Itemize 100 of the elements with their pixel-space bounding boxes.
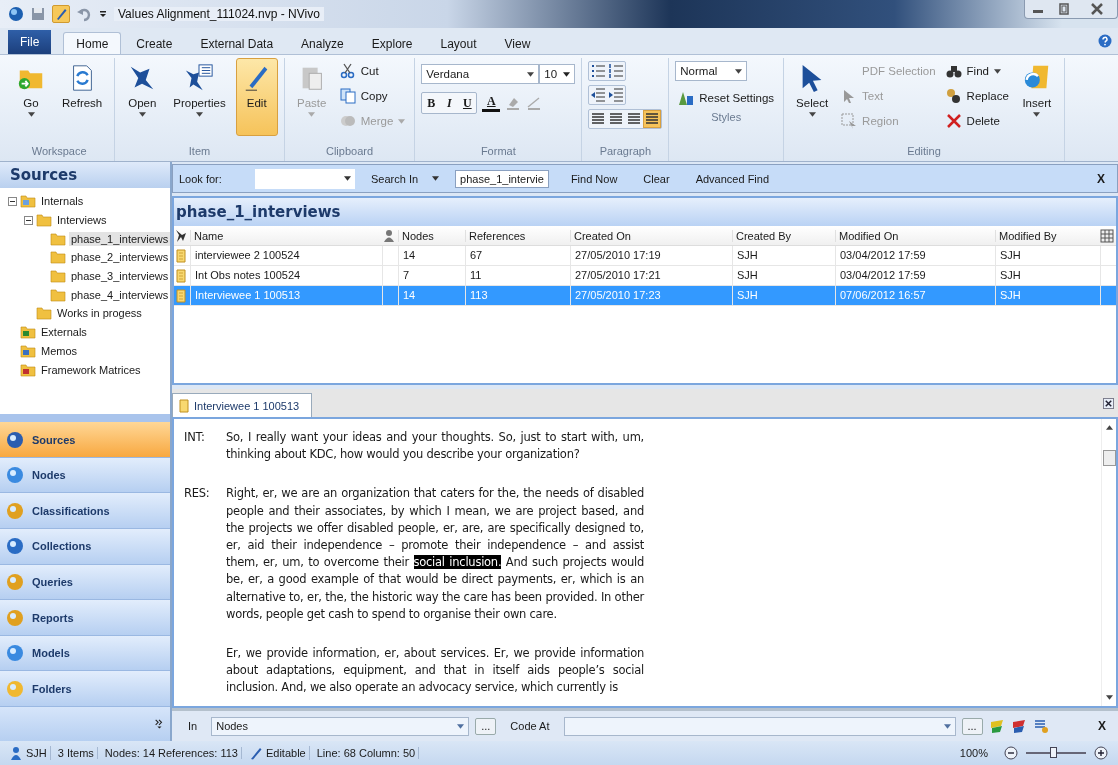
ribbon-tab[interactable]: External Data (187, 32, 287, 54)
column-header[interactable]: Name (190, 229, 382, 242)
alignment-icon[interactable] (590, 111, 607, 127)
navigation-button[interactable]: Sources (0, 422, 170, 458)
grid-icon[interactable] (1100, 228, 1114, 243)
insert-button[interactable]: Insert (1015, 58, 1058, 136)
open-button[interactable]: Open (121, 58, 164, 136)
zoom-slider-thumb[interactable] (1050, 747, 1058, 758)
underline-button[interactable]: U (458, 93, 477, 113)
table-cell: SJH (732, 286, 835, 305)
zoom-out-icon[interactable] (1004, 746, 1018, 760)
column-header[interactable]: References (465, 229, 570, 242)
replace-button[interactable]: Replace (942, 85, 1012, 107)
find-button[interactable]: Find (942, 60, 1012, 82)
find-now-button[interactable]: Find Now (560, 172, 628, 185)
ribbon-tab[interactable]: View (491, 32, 544, 54)
scroll-down-icon[interactable] (1105, 695, 1113, 700)
column-header[interactable]: Created By (732, 229, 835, 242)
alignment-icon[interactable] (626, 111, 643, 127)
ribbon-tab[interactable]: Analyze (288, 32, 357, 54)
column-header[interactable]: Created On (570, 229, 732, 242)
code-icon[interactable] (988, 718, 1005, 734)
navigation-button[interactable]: Reports (0, 600, 170, 636)
ribbon-tab[interactable]: Layout (427, 32, 490, 54)
cut-button[interactable]: Cut (336, 60, 409, 82)
navigation-button[interactable]: Folders (0, 671, 170, 707)
merge-icon (339, 113, 356, 129)
tree-item[interactable]: phase_3_interviews (69, 269, 171, 284)
tree-item[interactable]: Internals (39, 194, 86, 209)
browse-button[interactable]: ... (961, 717, 983, 735)
search-in-field[interactable]: phase_1_intervie (455, 169, 549, 188)
in-dropdown[interactable]: Nodes (211, 716, 470, 736)
ribbon-tab[interactable]: Home (63, 32, 122, 54)
tree-item[interactable]: Interviews (55, 213, 109, 228)
style-dropdown[interactable]: Normal (675, 61, 748, 81)
decrease-indent-icon[interactable] (590, 87, 607, 103)
tree-item[interactable]: Memos (39, 343, 80, 358)
delete-button[interactable]: Delete (942, 110, 1012, 132)
splitter-handle[interactable] (0, 414, 170, 423)
alignment-icon[interactable] (644, 111, 661, 127)
reset-settings-button[interactable]: Reset Settings (675, 87, 778, 109)
customize-icon[interactable] (98, 9, 108, 19)
caret-icon (432, 176, 440, 181)
tree-item[interactable]: Externals (39, 325, 89, 340)
scrollbar-thumb[interactable] (1102, 450, 1116, 466)
close-button[interactable]: X (1093, 171, 1109, 186)
table-cell: 113 (465, 286, 570, 305)
navigation-button[interactable]: Classifications (0, 493, 170, 530)
column-header[interactable]: Nodes (398, 229, 465, 242)
pencil-icon[interactable] (52, 5, 70, 23)
app-logo-icon[interactable] (8, 6, 24, 22)
navigation-button[interactable]: Models (0, 635, 170, 672)
bold-button[interactable]: B (422, 93, 441, 113)
go-button[interactable]: Go (10, 58, 52, 136)
font-color-button[interactable]: A (482, 94, 501, 112)
close-button[interactable]: X (1094, 719, 1110, 733)
save-icon[interactable] (30, 6, 46, 22)
close-icon[interactable] (1103, 397, 1114, 409)
table-row[interactable]: interviewee 2 100524 14 67 27/05/2010 17:19 SJH 03/04/2012 17:59 SJH (174, 246, 1116, 266)
zoom-in-icon[interactable] (1094, 746, 1108, 760)
browse-button[interactable]: ... (475, 717, 497, 735)
select-button[interactable]: Select (790, 58, 835, 136)
copy-button[interactable]: Copy (336, 85, 409, 107)
numbering-icon[interactable] (608, 63, 625, 79)
collapse-icon[interactable] (24, 215, 33, 225)
file-tab[interactable]: File (8, 30, 52, 54)
font-dropdown[interactable]: Verdana (421, 64, 540, 84)
ribbon-tab[interactable]: Explore (358, 32, 426, 54)
uncode-icon[interactable] (1010, 718, 1027, 734)
navigation-button[interactable]: Nodes (0, 457, 170, 494)
caret-icon (943, 723, 951, 729)
italic-button[interactable]: I (440, 93, 459, 113)
alignment-icon[interactable] (608, 111, 625, 127)
clear-button[interactable]: Clear (633, 172, 680, 185)
refresh-button[interactable]: Refresh (56, 58, 109, 136)
column-header[interactable]: Modified On (835, 229, 995, 242)
tree-item[interactable]: phase_4_interviews (69, 287, 171, 302)
help-icon[interactable] (1098, 34, 1112, 48)
transcript-paragraph: Er, we provide information, er, about services. Er, we provide information about adaptations, equipment, and that in itself aids people’s social inclusion. And, we also operate an advocacy service, which currently is (226, 645, 644, 697)
tree-item[interactable]: Works in progess (55, 306, 144, 321)
chevron-icon[interactable] (154, 719, 164, 729)
tree-item[interactable]: phase_2_interviews (69, 250, 171, 265)
copy-icon (339, 88, 356, 104)
ribbon-tab[interactable]: Create (123, 32, 186, 54)
tree-item[interactable]: Framework Matrices (39, 362, 143, 377)
list-icon[interactable] (1032, 718, 1049, 734)
look-for-field[interactable] (255, 168, 355, 189)
scroll-up-icon[interactable] (1105, 425, 1113, 430)
navigation-button[interactable]: Collections (0, 529, 170, 565)
font-size-dropdown[interactable]: 10 (539, 64, 576, 84)
bullets-icon[interactable] (590, 63, 607, 79)
collapse-icon[interactable] (8, 196, 17, 206)
navigation-button[interactable]: Queries (0, 564, 170, 601)
properties-button[interactable]: Properties (167, 58, 232, 136)
document-tab[interactable]: Interviewee 1 100513 (172, 393, 313, 417)
advanced-find-button[interactable]: Advanced Find (685, 172, 780, 185)
edit-button[interactable]: Edit (235, 58, 278, 136)
tree-item[interactable]: phase_1_interviews (69, 231, 171, 246)
search-in-button[interactable]: Search In (361, 172, 450, 185)
increase-indent-icon[interactable] (608, 87, 625, 103)
